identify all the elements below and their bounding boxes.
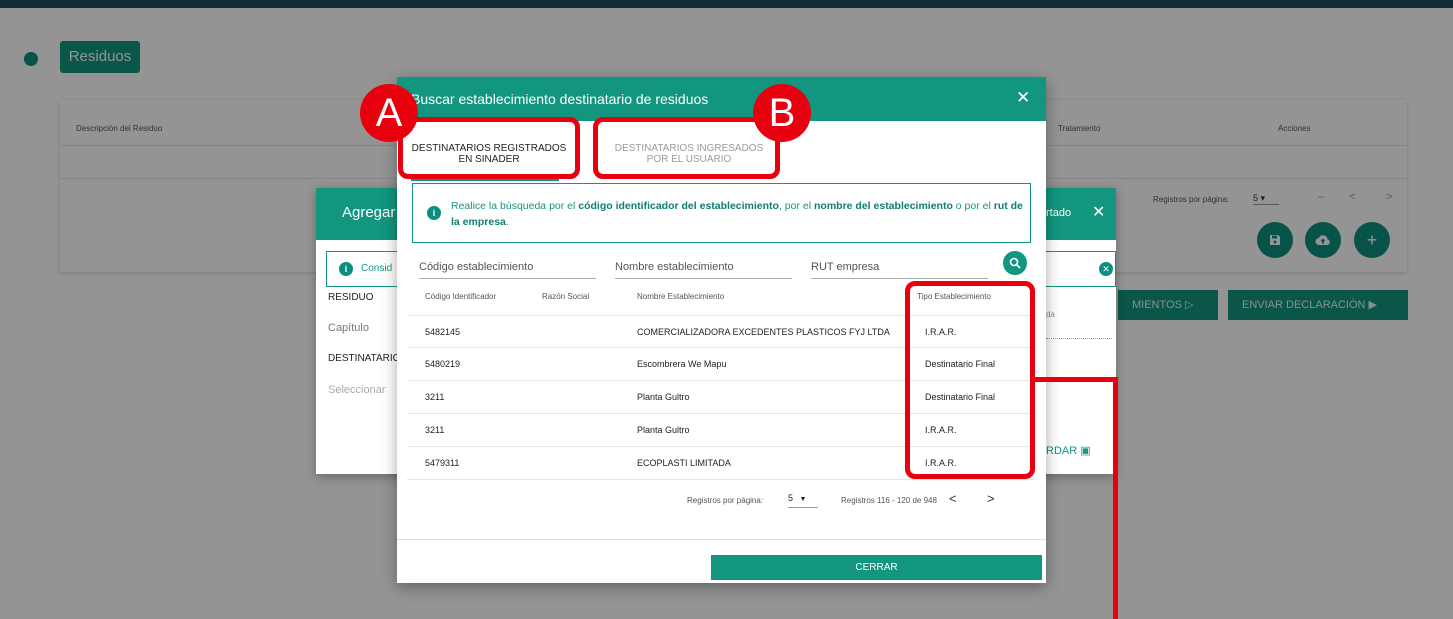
search-info-box: i Realice la búsqueda por el código iden…	[412, 183, 1031, 243]
agregar-dialog-title: Agregar	[342, 204, 396, 221]
close-icon[interactable]: ✕	[1016, 88, 1030, 108]
seleccionar-input[interactable]: Seleccionar	[328, 384, 385, 396]
cell-nombre: Escombrera We Mapu	[637, 359, 727, 369]
nombre-establecimiento-input[interactable]	[615, 257, 792, 277]
annotation-connector-line	[1035, 377, 1118, 382]
cell-codigo: 3211	[425, 425, 445, 435]
column-header-codigo: Código Identificador	[425, 292, 497, 301]
destinatario-label: DESTINATARIO	[328, 353, 401, 364]
cell-codigo: 5482145	[425, 327, 461, 337]
close-circle-icon[interactable]: ✕	[1099, 262, 1113, 276]
cell-nombre: ECOPLASTI LIMITADA	[637, 458, 731, 468]
agregar-dialog-right-title: rtado	[1046, 207, 1072, 219]
column-header-razon-social: Razón Social	[542, 292, 590, 301]
annotation-connector-line	[1113, 377, 1118, 619]
save-icon: ▣	[1080, 445, 1091, 457]
codigo-establecimiento-input[interactable]	[419, 257, 596, 277]
guardar-label: RDAR	[1046, 445, 1078, 457]
search-button[interactable]	[1003, 251, 1027, 275]
pager-select[interactable]: 5 ▼	[788, 493, 818, 508]
annotation-box-b	[593, 117, 780, 179]
annotation-label-b: B	[753, 84, 811, 142]
info-icon: i	[427, 206, 441, 220]
cell-nombre: COMERCIALIZADORA EXCEDENTES PLASTICOS FY…	[637, 327, 890, 337]
chevron-down-icon: ▼	[799, 496, 807, 503]
capitulo-input[interactable]: Capítulo	[328, 322, 369, 334]
pager-label: Registros por página:	[687, 496, 764, 505]
search-icon	[1009, 257, 1021, 269]
rut-empresa-input[interactable]	[811, 257, 988, 277]
dialog-title: Buscar establecimiento destinatario de r…	[411, 91, 709, 107]
pager-range: Registros 116 - 120 de 948	[841, 496, 937, 505]
guardar-button[interactable]: RDAR ▣	[1046, 438, 1110, 464]
nombre-establecimiento-field	[615, 257, 792, 279]
cell-codigo: 5480219	[425, 359, 461, 369]
residuo-label: RESIDUO	[328, 292, 374, 303]
cell-codigo: 5479311	[425, 458, 460, 468]
cell-codigo: 3211	[425, 392, 445, 402]
right-field-label: da	[1046, 310, 1055, 319]
active-tab-indicator	[411, 179, 559, 181]
annotation-box-tipo	[905, 281, 1035, 479]
agregar-info-text: Consid	[361, 263, 393, 274]
codigo-establecimiento-field	[419, 257, 596, 279]
right-field-line[interactable]	[1046, 338, 1112, 339]
dialog-header: Buscar establecimiento destinatario de r…	[397, 77, 1046, 121]
dialog-divider	[397, 539, 1046, 540]
search-info-text: Realice la búsqueda por el código identi…	[451, 200, 1023, 228]
cerrar-button[interactable]: CERRAR	[711, 555, 1042, 580]
annotation-box-a	[398, 117, 580, 179]
column-header-nombre: Nombre Establecimiento	[637, 292, 725, 301]
cell-nombre: Planta Gultro	[637, 392, 690, 402]
next-page-button[interactable]: >	[987, 491, 995, 506]
pager-value: 5	[788, 493, 794, 503]
annotation-label-a: A	[360, 84, 418, 142]
rut-empresa-field	[811, 257, 988, 279]
close-icon[interactable]: ✕	[1092, 202, 1105, 222]
cell-nombre: Planta Gultro	[637, 425, 690, 435]
info-icon: i	[339, 262, 353, 276]
prev-page-button[interactable]: <	[949, 491, 957, 506]
